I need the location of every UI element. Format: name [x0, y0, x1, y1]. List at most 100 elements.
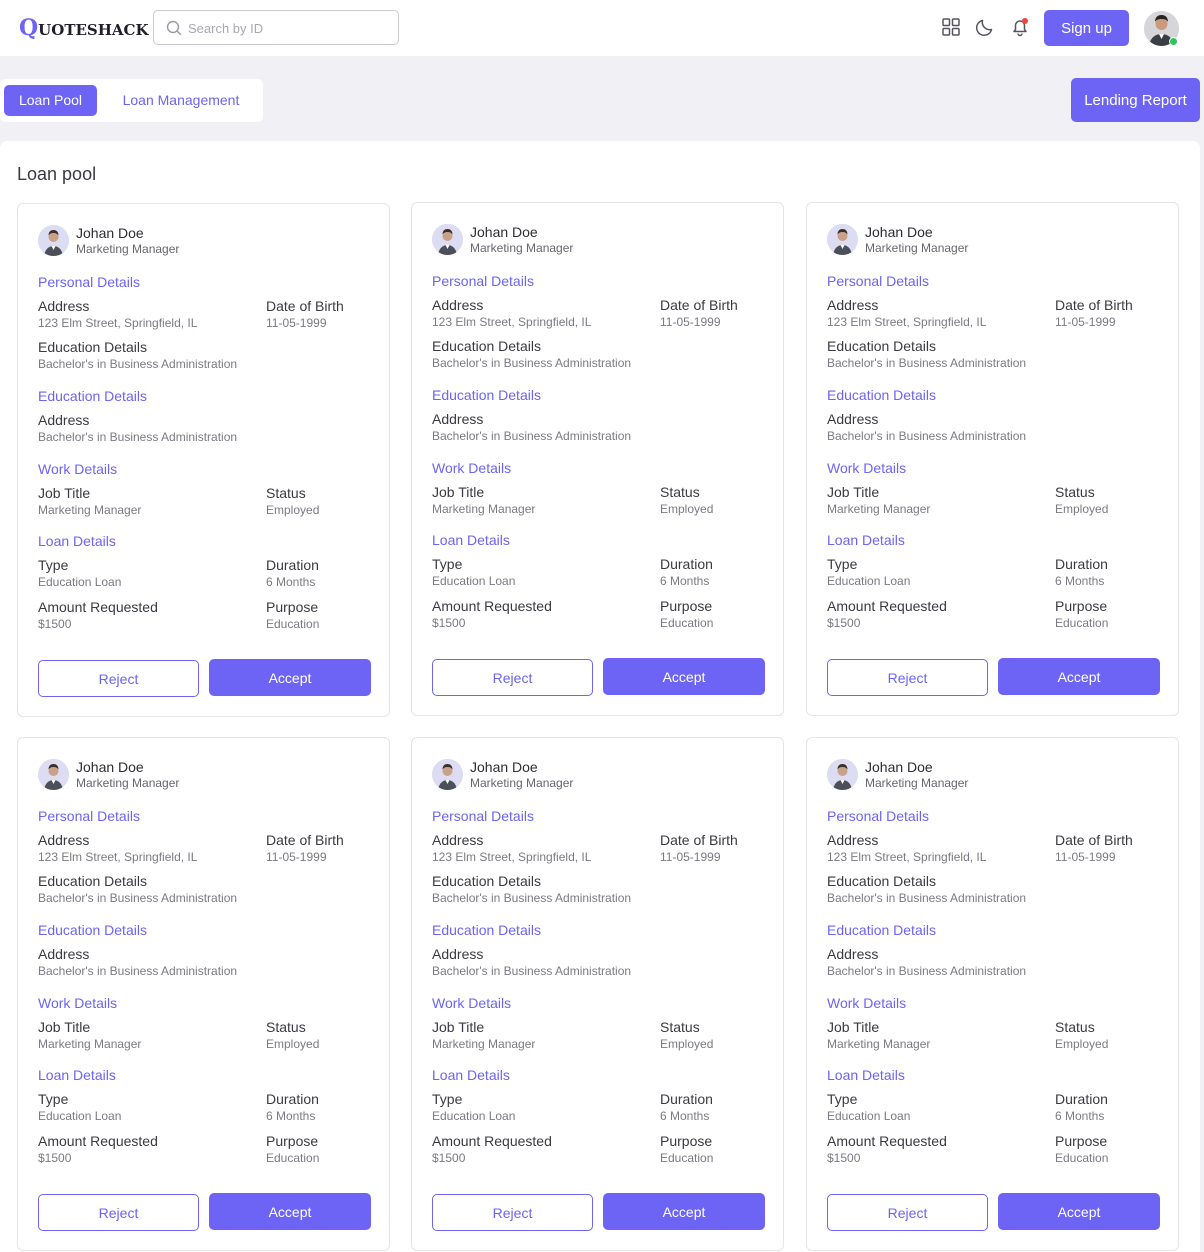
bell-icon[interactable] — [1009, 16, 1031, 38]
tab-loan-pool[interactable]: Loan Pool — [4, 85, 97, 116]
grid-icon[interactable] — [940, 16, 962, 38]
loan-type-label: Type — [432, 1091, 463, 1107]
accept-button[interactable]: Accept — [603, 1193, 765, 1230]
loan-type-label: Type — [38, 557, 69, 573]
reject-button[interactable]: Reject — [432, 659, 593, 696]
accept-button[interactable]: Accept — [603, 658, 765, 695]
dob-value: 11-05-1999 — [266, 850, 327, 864]
amount-label: Amount Requested — [827, 598, 947, 614]
duration-label: Duration — [1055, 1091, 1108, 1107]
dob-value: 11-05-1999 — [660, 315, 721, 329]
section-education-details: Education Details — [432, 922, 541, 938]
accept-button[interactable]: Accept — [998, 1193, 1160, 1230]
reject-button[interactable]: Reject — [827, 1194, 988, 1231]
job-title-value: Marketing Manager — [827, 502, 931, 516]
section-education-details: Education Details — [827, 387, 936, 403]
section-loan-details: Loan Details — [827, 532, 905, 548]
accept-button[interactable]: Accept — [209, 1193, 371, 1230]
purpose-label: Purpose — [266, 1133, 319, 1149]
loan-card: Johan Doe Marketing Manager Personal Det… — [17, 737, 390, 1251]
edu-address-label: Address — [432, 946, 484, 962]
edu-address-label: Address — [827, 411, 879, 427]
status-value: Employed — [1055, 502, 1109, 516]
section-personal-details: Personal Details — [38, 808, 140, 824]
accept-button[interactable]: Accept — [998, 658, 1160, 695]
dob-label: Date of Birth — [266, 832, 344, 848]
section-loan-details: Loan Details — [38, 533, 116, 549]
duration-label: Duration — [660, 1091, 713, 1107]
top-bar: QUOTESHACK Sign up — [0, 0, 1204, 56]
lending-report-button[interactable]: Lending Report — [1071, 78, 1200, 122]
dob-value: 11-05-1999 — [1055, 850, 1116, 864]
edu-address-value: Bachelor's in Business Administration — [827, 429, 1027, 443]
logo-text: UOTESHACK — [38, 21, 149, 39]
duration-value: 6 Months — [1055, 574, 1105, 588]
dob-label: Date of Birth — [1055, 297, 1133, 313]
dob-label: Date of Birth — [266, 298, 344, 314]
job-title-label: Job Title — [432, 1019, 485, 1035]
applicant-role: Marketing Manager — [470, 241, 574, 255]
moon-icon[interactable] — [974, 16, 996, 38]
tab-bar: Loan Pool Loan Management — [0, 79, 263, 122]
section-personal-details: Personal Details — [827, 808, 929, 824]
job-title-value: Marketing Manager — [432, 1037, 536, 1051]
sign-up-button[interactable]: Sign up — [1044, 10, 1129, 46]
job-title-label: Job Title — [827, 1019, 880, 1035]
edu-address-value: Bachelor's in Business Administration — [38, 964, 238, 978]
applicant-role: Marketing Manager — [470, 776, 574, 790]
edu-address-value: Bachelor's in Business Administration — [432, 429, 632, 443]
dob-value: 11-05-1999 — [1055, 315, 1116, 329]
tab-loan-management[interactable]: Loan Management — [107, 85, 255, 116]
section-education-details: Education Details — [432, 387, 541, 403]
section-education-details: Education Details — [827, 922, 936, 938]
search-input[interactable] — [188, 18, 388, 38]
edu-address-label: Address — [38, 412, 90, 428]
education-label: Education Details — [38, 339, 147, 355]
reject-button[interactable]: Reject — [827, 659, 988, 696]
page-title: Loan pool — [17, 164, 97, 184]
section-work-details: Work Details — [432, 460, 512, 476]
edu-address-label: Address — [38, 946, 90, 962]
applicant-name: Johan Doe — [865, 224, 933, 240]
duration-value: 6 Months — [266, 575, 316, 589]
education-value: Bachelor's in Business Administration — [432, 891, 632, 905]
section-personal-details: Personal Details — [827, 273, 929, 289]
applicant-name: Johan Doe — [470, 224, 538, 240]
status-value: Employed — [266, 503, 320, 517]
address-value: 123 Elm Street, Springfield, IL — [432, 315, 592, 329]
applicant-avatar — [38, 759, 69, 790]
section-work-details: Work Details — [38, 461, 118, 477]
duration-value: 6 Months — [1055, 1109, 1105, 1123]
section-work-details: Work Details — [432, 995, 512, 1011]
education-label: Education Details — [827, 338, 936, 354]
dob-value: 11-05-1999 — [266, 316, 327, 330]
section-personal-details: Personal Details — [38, 274, 140, 290]
duration-value: 6 Months — [660, 574, 710, 588]
amount-value: $1500 — [827, 1151, 861, 1165]
reject-button[interactable]: Reject — [38, 660, 199, 697]
address-label: Address — [38, 832, 90, 848]
section-education-details: Education Details — [38, 388, 147, 404]
job-title-value: Marketing Manager — [38, 503, 142, 517]
applicant-avatar — [827, 224, 858, 255]
dob-label: Date of Birth — [660, 297, 738, 313]
section-loan-details: Loan Details — [38, 1067, 116, 1083]
purpose-value: Education — [1055, 616, 1109, 630]
applicant-name: Johan Doe — [76, 225, 144, 241]
online-status-dot — [1169, 37, 1178, 46]
logo-initial: Q — [19, 15, 39, 41]
edu-address-value: Bachelor's in Business Administration — [432, 964, 632, 978]
app-logo[interactable]: QUOTESHACK — [19, 15, 149, 41]
job-title-value: Marketing Manager — [38, 1037, 142, 1051]
job-title-value: Marketing Manager — [827, 1037, 931, 1051]
edu-address-label: Address — [432, 411, 484, 427]
accept-button[interactable]: Accept — [209, 659, 371, 696]
reject-button[interactable]: Reject — [38, 1194, 199, 1231]
loan-card: Johan Doe Marketing Manager Personal Det… — [411, 737, 784, 1251]
section-work-details: Work Details — [38, 995, 118, 1011]
loan-card: Johan Doe Marketing Manager Personal Det… — [17, 203, 390, 717]
education-value: Bachelor's in Business Administration — [827, 891, 1027, 905]
amount-value: $1500 — [432, 616, 466, 630]
reject-button[interactable]: Reject — [432, 1194, 593, 1231]
education-label: Education Details — [827, 873, 936, 889]
